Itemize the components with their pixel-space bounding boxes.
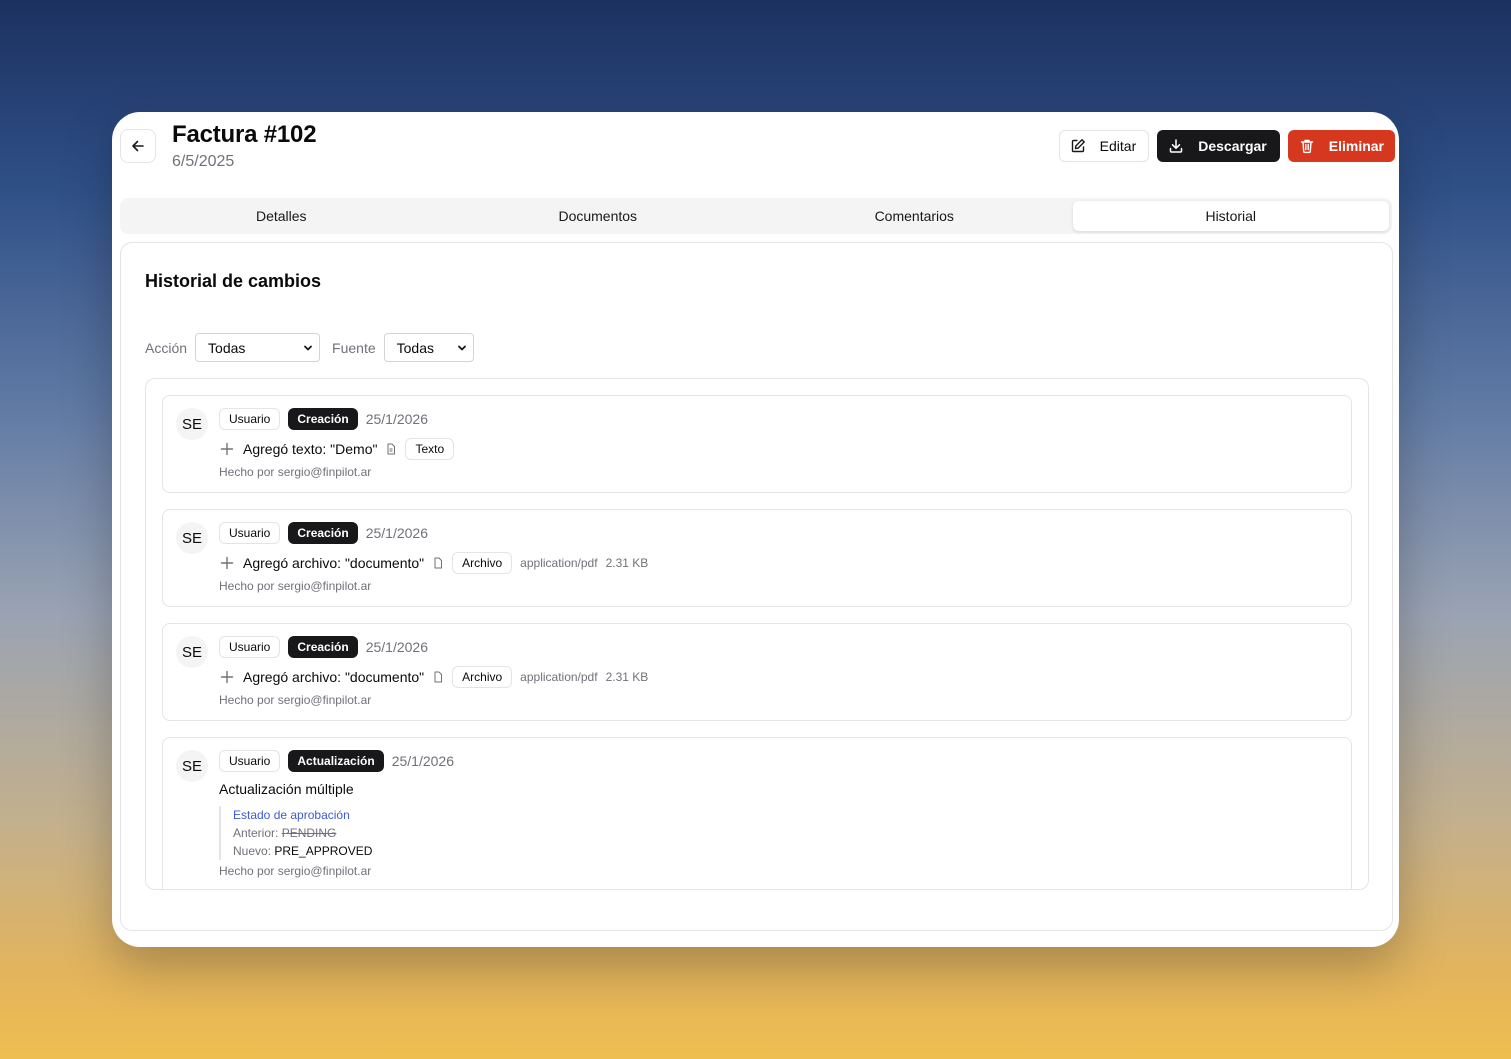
page-title: Factura #102: [172, 121, 317, 148]
source-filter-label: Fuente: [332, 339, 376, 356]
entry-author: Hecho por sergio@finpilot.ar: [219, 693, 372, 707]
changed-field-name: Estado de aprobación: [233, 808, 350, 822]
source-badge: Usuario: [219, 408, 281, 430]
avatar: SE: [176, 522, 208, 554]
chevron-down-icon: [457, 345, 466, 350]
download-button-label: Descargar: [1198, 138, 1267, 154]
entry-change: Agregó texto: "Demo" Texto: [219, 438, 455, 460]
delete-button[interactable]: Eliminar: [1287, 130, 1395, 162]
new-value: PRE_APPROVED: [274, 844, 373, 858]
history-entry: SE Usuario Actualización 25/1/2026 Actua…: [162, 737, 1352, 889]
entry-date: 25/1/2026: [391, 753, 455, 769]
chevron-down-icon: [304, 345, 312, 350]
entry-summary: Actualización múltiple: [219, 781, 354, 797]
tab-bar: Detalles Documentos Comentarios Historia…: [120, 198, 1392, 234]
tab-historial[interactable]: Historial: [1072, 201, 1389, 231]
type-badge: Archivo: [452, 666, 513, 688]
entry-summary: Agregó archivo: "documento": [243, 669, 425, 685]
entry-author: Hecho por sergio@finpilot.ar: [219, 465, 372, 479]
source-filter-select[interactable]: Todas: [383, 333, 474, 362]
new-value-row: Nuevo: PRE_APPROVED: [233, 842, 372, 860]
action-badge: Actualización: [288, 750, 384, 772]
history-title: Historial de cambios: [145, 271, 322, 291]
history-entry: SE Usuario Creación 25/1/2026 Agregó arc…: [162, 509, 1352, 607]
plus-icon: [220, 670, 234, 684]
invoice-window: Factura #102 6/5/2025 Editar Descargar E…: [112, 112, 1399, 947]
download-icon: [1170, 139, 1183, 153]
history-card: Historial de cambios Acción Todas Fuente…: [120, 242, 1393, 931]
delete-button-label: Eliminar: [1328, 138, 1384, 154]
entry-date: 25/1/2026: [365, 639, 429, 655]
file-mime: application/pdf: [520, 556, 598, 570]
type-badge: Texto: [405, 438, 455, 460]
avatar: SE: [176, 636, 208, 668]
history-entry: SE Usuario Creación 25/1/2026 Agregó tex…: [162, 395, 1352, 493]
action-filter-value: Todas: [208, 339, 246, 356]
source-badge: Usuario: [219, 636, 281, 658]
history-entry: SE Usuario Creación 25/1/2026 Agregó arc…: [162, 623, 1352, 721]
action-badge: Creación: [288, 636, 358, 658]
entry-change: Agregó archivo: "documento" Archivo appl…: [219, 666, 648, 688]
previous-value: PENDING: [281, 826, 337, 840]
entry-header: Usuario Creación 25/1/2026: [219, 408, 428, 430]
file-icon: [434, 557, 443, 569]
entry-date: 25/1/2026: [365, 525, 429, 541]
file-text-icon: [387, 443, 396, 455]
action-badge: Creación: [288, 408, 358, 430]
file-size: 2.31 KB: [605, 670, 649, 684]
action-badge: Creación: [288, 522, 358, 544]
previous-value-row: Anterior: PENDING: [233, 824, 372, 842]
back-button[interactable]: [120, 129, 156, 163]
entry-header: Usuario Actualización 25/1/2026: [219, 750, 454, 772]
type-badge: Archivo: [452, 552, 513, 574]
edit-button[interactable]: Editar: [1058, 130, 1150, 162]
entry-summary: Agregó texto: "Demo": [243, 441, 378, 457]
history-filters: Acción Todas Fuente Todas: [145, 333, 474, 362]
source-filter-value: Todas: [396, 339, 434, 356]
history-list[interactable]: SE Usuario Creación 25/1/2026 Agregó tex…: [145, 378, 1369, 890]
edit-button-label: Editar: [1099, 138, 1137, 154]
download-button[interactable]: Descargar: [1157, 130, 1280, 162]
pencil-square-icon: [1071, 139, 1085, 153]
tab-comentarios[interactable]: Comentarios: [756, 201, 1073, 231]
entry-header: Usuario Creación 25/1/2026: [219, 522, 428, 544]
action-filter-label: Acción: [145, 339, 188, 356]
entry-summary: Agregó archivo: "documento": [243, 555, 425, 571]
action-filter-select[interactable]: Todas: [195, 333, 321, 362]
entry-header: Usuario Creación 25/1/2026: [219, 636, 428, 658]
entry-date: 25/1/2026: [365, 411, 429, 427]
plus-icon: [220, 442, 234, 456]
tab-documentos[interactable]: Documentos: [440, 201, 757, 231]
tab-detalles[interactable]: Detalles: [123, 201, 440, 231]
file-icon: [434, 671, 443, 683]
file-mime: application/pdf: [520, 670, 598, 684]
entry-author: Hecho por sergio@finpilot.ar: [219, 579, 372, 593]
arrow-left-icon: [132, 140, 144, 152]
plus-icon: [220, 556, 234, 570]
trash-icon: [1300, 139, 1313, 154]
field-change: Estado de aprobación Anterior: PENDING N…: [219, 806, 372, 860]
previous-label: Anterior:: [233, 826, 279, 840]
entry-author: Hecho por sergio@finpilot.ar: [219, 864, 372, 878]
source-badge: Usuario: [219, 522, 281, 544]
file-size: 2.31 KB: [605, 556, 649, 570]
entry-change: Agregó archivo: "documento" Archivo appl…: [219, 552, 648, 574]
invoice-date: 6/5/2025: [172, 153, 235, 170]
avatar: SE: [176, 408, 208, 440]
new-label: Nuevo:: [233, 844, 272, 858]
avatar: SE: [176, 750, 208, 782]
source-badge: Usuario: [219, 750, 281, 772]
header-actions: Editar Descargar Eliminar: [1058, 130, 1395, 162]
